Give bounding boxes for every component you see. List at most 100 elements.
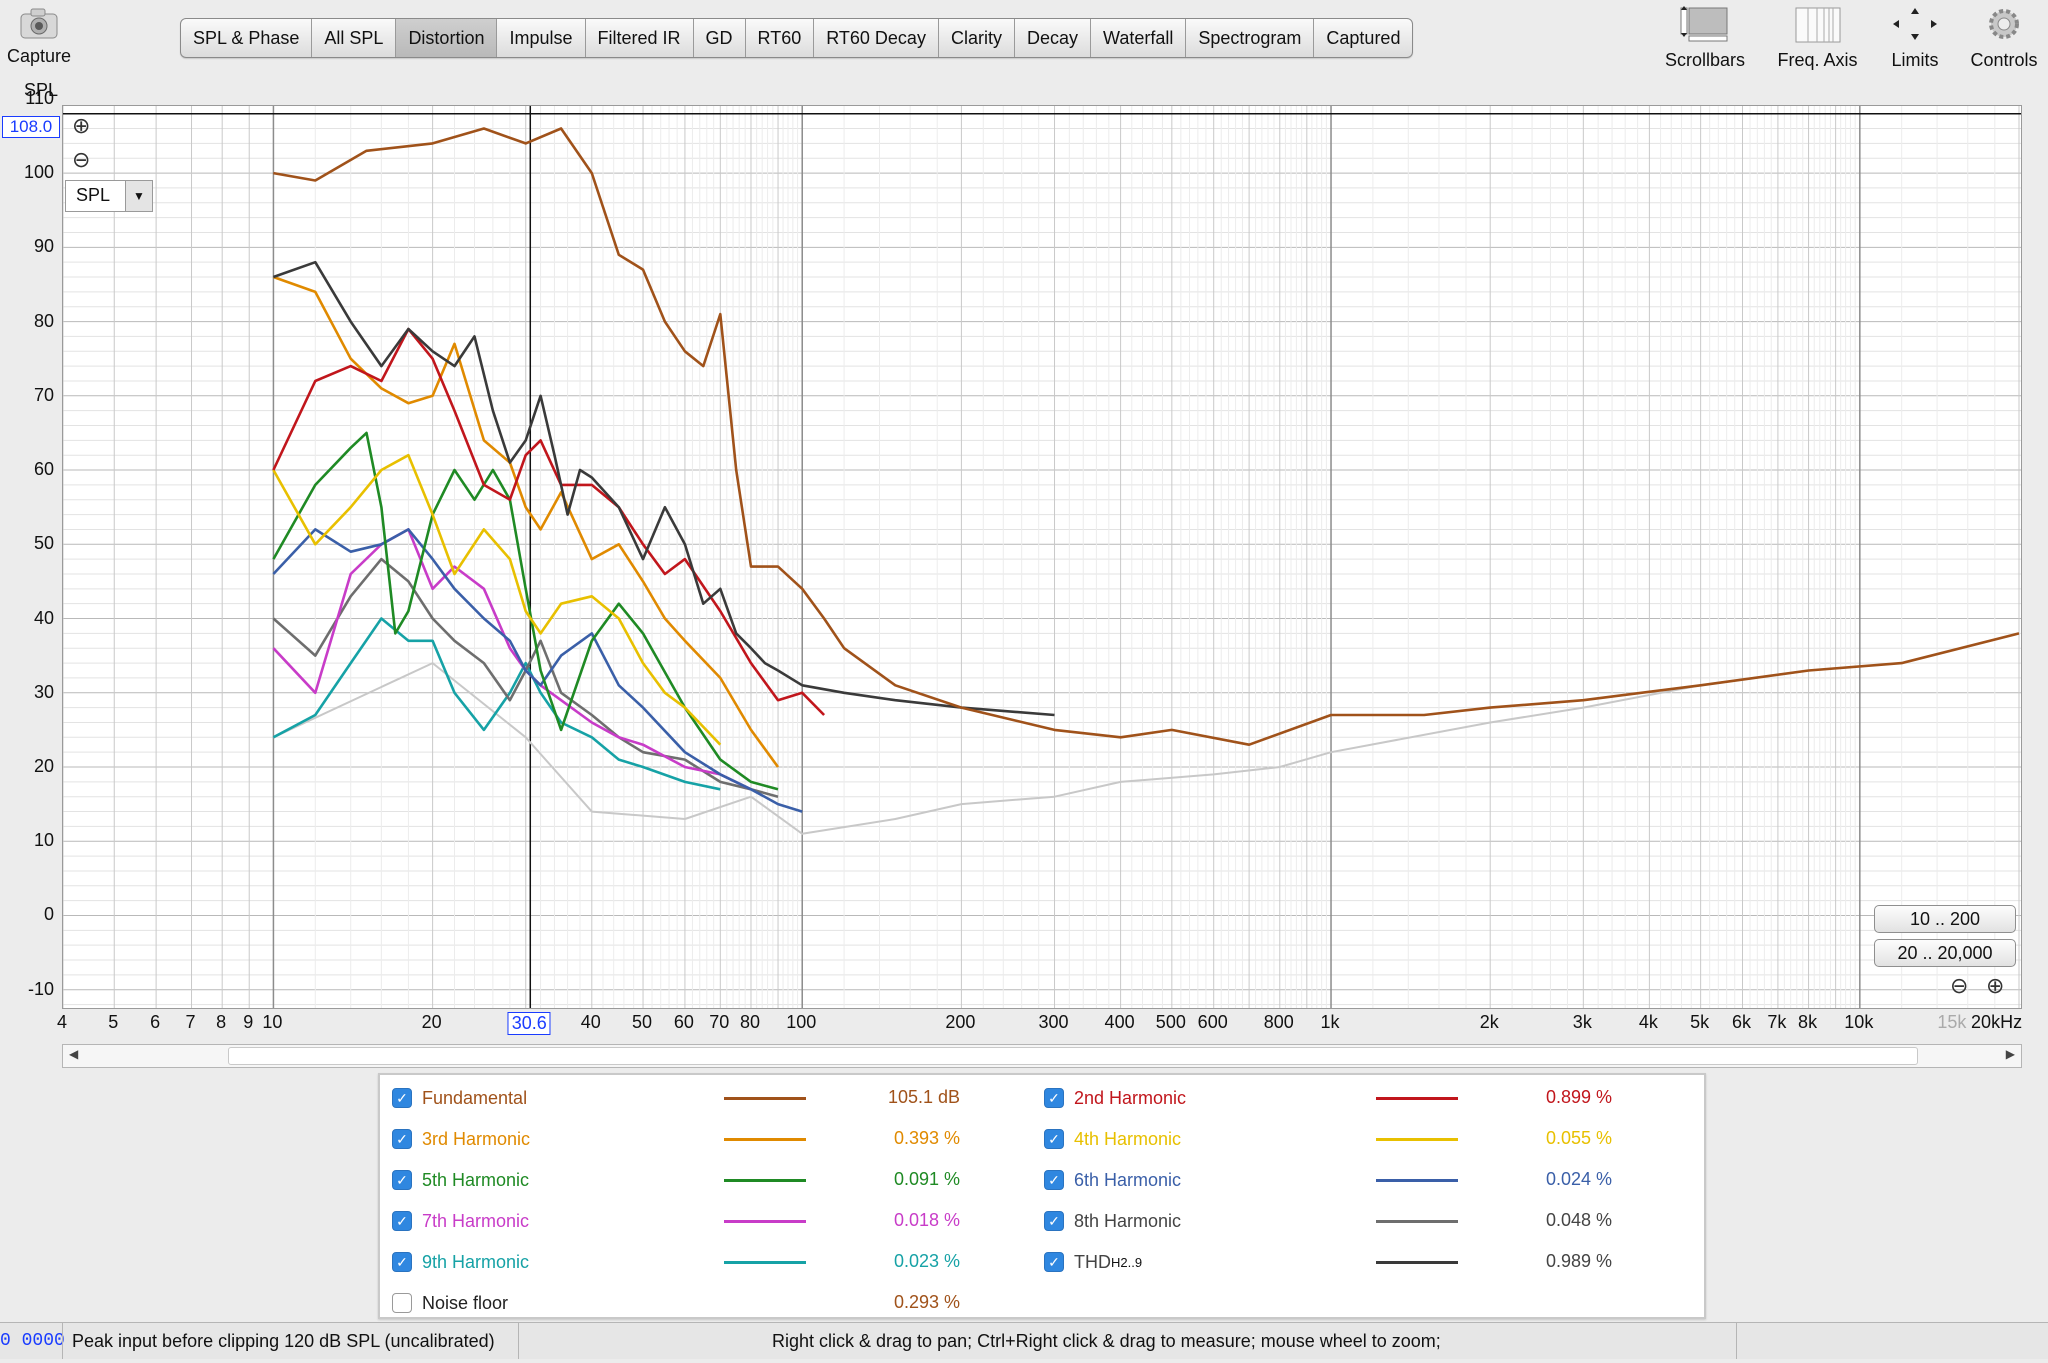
tab-decay[interactable]: Decay xyxy=(1015,19,1091,57)
legend-label: 9th Harmonic xyxy=(422,1251,530,1272)
limits-arrows-icon xyxy=(1893,8,1937,40)
legend-item[interactable]: ✓ THD H2..9 xyxy=(1044,1247,1142,1277)
x-tick-label: 5k xyxy=(1690,1012,1710,1032)
x-tick-label: 15k xyxy=(1937,1012,1967,1032)
limits-button[interactable]: Limits xyxy=(1880,4,1950,71)
legend-checkbox[interactable]: ✓ xyxy=(1044,1129,1064,1149)
status-divider xyxy=(1736,1323,1737,1359)
tab-distortion[interactable]: Distortion xyxy=(396,19,498,57)
x-tick-label: 4k xyxy=(1638,1012,1658,1032)
tab-impulse[interactable]: Impulse xyxy=(497,19,586,57)
legend-value: 0.018 % xyxy=(893,1210,960,1230)
x-tick-label: 40 xyxy=(580,1012,601,1032)
toolbar: Capture SPL & Phase All SPL Distortion Impu… xyxy=(0,0,2048,92)
legend-checkbox[interactable]: ✓ xyxy=(1044,1088,1064,1108)
tab-captured[interactable]: Captured xyxy=(1314,19,1412,57)
legend-value: 0.393 % xyxy=(893,1128,960,1148)
legend-checkbox[interactable]: ✓ xyxy=(392,1088,412,1108)
legend-item[interactable]: ✓ 8th Harmonic xyxy=(1044,1206,1181,1236)
legend-item[interactable]: ✓ 7th Harmonic xyxy=(392,1206,529,1236)
x-tick-label: 3k xyxy=(1572,1012,1592,1032)
capture-button[interactable]: Capture xyxy=(4,6,74,67)
distortion-plot[interactable] xyxy=(62,83,2022,1009)
tab-rt60[interactable]: RT60 xyxy=(746,19,815,57)
series-line-noise-floor xyxy=(272,662,1809,835)
legend-swatch xyxy=(724,1220,806,1223)
y-tick-label: 80 xyxy=(33,310,54,331)
tab-all-spl[interactable]: All SPL xyxy=(312,19,397,57)
x-tick-label: 400 xyxy=(1104,1012,1135,1032)
legend-swatch xyxy=(1376,1261,1458,1264)
legend-value: 0.899 % xyxy=(1545,1087,1612,1107)
legend-checkbox[interactable]: ✓ xyxy=(1044,1211,1064,1231)
x-tick-label: 2k xyxy=(1479,1012,1499,1032)
legend-item[interactable]: ✓ 5th Harmonic xyxy=(392,1165,529,1195)
x-zoom-in-icon[interactable]: ⊕ xyxy=(1986,973,2004,999)
legend-item[interactable]: ✓ Fundamental xyxy=(392,1083,527,1113)
tab-rt60-decay[interactable]: RT60 Decay xyxy=(814,19,939,57)
tab-spl-phase[interactable]: SPL & Phase xyxy=(181,19,313,57)
capture-label: Capture xyxy=(6,46,72,66)
tab-gd[interactable]: GD xyxy=(694,19,746,57)
legend-checkbox[interactable]: ✓ xyxy=(1044,1170,1064,1190)
legend-item[interactable]: ✓ Noise floor xyxy=(392,1288,508,1318)
zoom-in-icon[interactable]: ⊕ xyxy=(72,113,90,139)
legend-checkbox[interactable]: ✓ xyxy=(1044,1252,1064,1272)
zoom-out-icon[interactable]: ⊖ xyxy=(72,147,90,173)
legend-value: 0.023 % xyxy=(893,1251,960,1271)
legend-item[interactable]: ✓ 9th Harmonic xyxy=(392,1247,529,1277)
legend-checkbox[interactable]: ✓ xyxy=(392,1293,412,1313)
x-tick-label: 500 xyxy=(1155,1012,1186,1032)
freq-axis-button[interactable]: Freq. Axis xyxy=(1770,4,1865,71)
x-tick-label: 4 xyxy=(56,1012,68,1032)
x-tick-label: 300 xyxy=(1038,1012,1069,1032)
legend-value: 0.989 % xyxy=(1545,1251,1612,1271)
legend-checkbox[interactable]: ✓ xyxy=(392,1170,412,1190)
freq-axis-label: Freq. Axis xyxy=(1777,50,1858,70)
controls-button[interactable]: Controls xyxy=(1962,4,2046,71)
legend-label: 4th Harmonic xyxy=(1074,1128,1182,1149)
x-tick-label: 9 xyxy=(243,1012,254,1032)
x-tick-label: 6 xyxy=(150,1012,161,1032)
tab-spectrogram[interactable]: Spectrogram xyxy=(1186,19,1315,57)
legend-value: 0.024 % xyxy=(1545,1169,1612,1189)
legend-item[interactable]: ✓ 4th Harmonic xyxy=(1044,1124,1181,1154)
legend-item[interactable]: ✓ 3rd Harmonic xyxy=(392,1124,530,1154)
tab-clarity[interactable]: Clarity xyxy=(939,19,1015,57)
legend-value: 0.293 % xyxy=(893,1292,960,1312)
scroll-left-icon[interactable]: ◀ xyxy=(69,1047,78,1061)
scroll-thumb[interactable] xyxy=(228,1047,1918,1065)
scroll-right-icon[interactable]: ▶ xyxy=(2006,1047,2015,1061)
gear-icon xyxy=(1989,9,2019,39)
tab-filtered-ir[interactable]: Filtered IR xyxy=(586,19,694,57)
legend-label: Noise floor xyxy=(422,1292,509,1313)
y-cursor-readout: 108.0 xyxy=(2,116,60,138)
legend-swatch xyxy=(724,1261,806,1264)
legend-checkbox[interactable]: ✓ xyxy=(392,1129,412,1149)
scrollbars-button[interactable]: Scrollbars xyxy=(1660,4,1750,71)
range-20-20000-button[interactable]: 20 .. 20,000 xyxy=(1874,939,2016,967)
plot-canvas[interactable] xyxy=(62,83,2021,1008)
legend-value: 105.1 dB xyxy=(887,1087,960,1107)
horizontal-scrollbar[interactable]: ◀ ▶ xyxy=(62,1044,2022,1068)
legend-item[interactable]: ✓ 2nd Harmonic xyxy=(1044,1083,1186,1113)
x-cursor-readout: 30.6 xyxy=(507,1012,551,1035)
x-zoom-out-icon[interactable]: ⊖ xyxy=(1950,973,1968,999)
x-tick-label: 1k xyxy=(1320,1012,1340,1032)
legend-value: 0.055 % xyxy=(1545,1128,1612,1148)
mode-select[interactable]: SPL ▼ xyxy=(65,180,153,212)
freq-axis-icon xyxy=(1795,7,1840,43)
legend-checkbox[interactable]: ✓ xyxy=(392,1211,412,1231)
tab-waterfall[interactable]: Waterfall xyxy=(1091,19,1187,57)
view-tabs: SPL & Phase All SPL Distortion Impulse Filte… xyxy=(180,18,1414,58)
legend-panel: ✓ Fundamental 105.1 dB ✓ 2nd Harmonic 0.899 %… xyxy=(378,1073,1706,1319)
x-tick-label: 5 xyxy=(108,1012,119,1032)
legend-item[interactable]: ✓ 6th Harmonic xyxy=(1044,1165,1181,1195)
x-tick-label: 100 xyxy=(786,1012,817,1032)
legend-swatch xyxy=(724,1097,806,1100)
mode-select-value: SPL xyxy=(76,185,111,205)
legend-swatch xyxy=(724,1179,806,1182)
range-10-200-button[interactable]: 10 .. 200 xyxy=(1874,905,2016,933)
legend-checkbox[interactable]: ✓ xyxy=(392,1252,412,1272)
y-tick-label: 60 xyxy=(33,459,54,480)
